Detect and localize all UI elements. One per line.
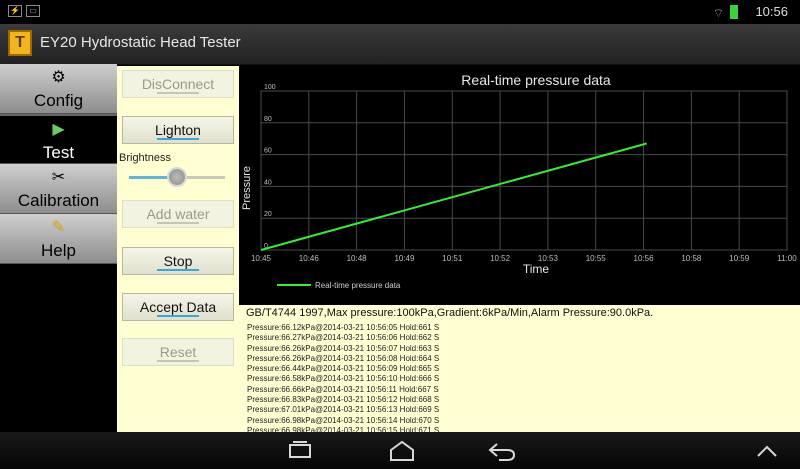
app-title: EY20 Hydrostatic Head Tester: [40, 34, 241, 51]
back-icon[interactable]: [487, 440, 517, 467]
nav-item-label: Config: [33, 91, 84, 110]
log-line: Pressure:66.26kPa@2014-03-21 10:56:07 Ho…: [247, 343, 440, 353]
reset-button[interactable]: Reset: [122, 338, 234, 366]
wifi-icon: ⌔: [712, 6, 724, 20]
pressure-chart-svg: Real-time pressure data Pressure Time Re…: [241, 72, 797, 290]
x-tick-label: 10:56: [634, 254, 655, 263]
x-tick-label: 10:58: [681, 254, 702, 263]
y-tick-label: 80: [264, 116, 272, 123]
brightness-slider-thumb[interactable]: [167, 167, 187, 187]
calibration-icon: ✂: [51, 169, 66, 186]
test-summary: GB/T4744 1997,Max pressure:100kPa,Gradie…: [246, 307, 654, 319]
log-line: Pressure:66.58kPa@2014-03-21 10:56:10 Ho…: [247, 374, 440, 384]
log-line: Pressure:66.26kPa@2014-03-21 10:56:08 Ho…: [247, 353, 440, 363]
nav-item-test[interactable]: ▶ Test: [0, 114, 117, 164]
x-tick-label: 10:46: [299, 254, 320, 263]
status-time: 10:56: [755, 4, 788, 19]
config-icon: ⚙: [51, 69, 66, 86]
system-navbar: [0, 432, 800, 469]
control-panel: DisConnect Lighton Brightness Add water …: [117, 66, 239, 432]
y-tick-label: 20: [264, 211, 272, 218]
x-tick-label: 10:53: [538, 254, 559, 263]
status-bar: ⚡ ▭ ⌔ 10:56: [0, 0, 800, 24]
x-tick-label: 10:59: [729, 254, 750, 263]
log-line: Pressure:66.12kPa@2014-03-21 10:56:05 Ho…: [247, 323, 440, 332]
accept-data-label: Accept Data: [139, 299, 217, 315]
chart-xlabel: Time: [523, 262, 550, 276]
x-tick-label: 10:55: [586, 254, 607, 263]
brightness-label: Brightness: [119, 152, 171, 164]
battery-icon: [730, 5, 738, 19]
brightness-slider[interactable]: [129, 167, 225, 187]
legend-label: Real-time pressure data: [315, 281, 401, 290]
log-line: Pressure:66.98kPa@2014-03-21 10:56:14 Ho…: [247, 415, 440, 425]
reset-label: Reset: [159, 344, 197, 360]
log-line: Pressure:66.66kPa@2014-03-21 10:56:11 Ho…: [247, 384, 439, 394]
help-icon: ✎: [51, 219, 66, 236]
x-tick-label: 11:00: [777, 254, 797, 263]
button-underline: [157, 222, 199, 224]
app-titlebar: T EY20 Hydrostatic Head Tester: [0, 24, 800, 65]
chevron-up-icon[interactable]: [756, 444, 778, 463]
nav-item-config[interactable]: ⚙ Config: [0, 64, 117, 114]
log-line: Pressure:66.44kPa@2014-03-21 10:56:09 Ho…: [247, 364, 440, 374]
button-underline: [157, 138, 199, 140]
stop-label: Stop: [163, 253, 193, 269]
accept-data-button[interactable]: Accept Data: [122, 293, 234, 321]
y-tick-label: 60: [264, 148, 272, 155]
notification-icon: ▭: [26, 5, 40, 17]
log-line: Pressure:66.27kPa@2014-03-21 10:56:06 Ho…: [247, 333, 440, 343]
usb-icon: ⚡: [8, 5, 22, 17]
x-tick-label: 10:52: [490, 254, 511, 263]
plot-area: [260, 90, 788, 251]
log-line: Pressure:66.83kPa@2014-03-21 10:56:12 Ho…: [247, 395, 440, 405]
x-tick-label: 10:51: [442, 254, 463, 263]
log-panel[interactable]: GB/T4744 1997,Max pressure:100kPa,Gradie…: [239, 305, 800, 432]
x-tick-label: 10:45: [251, 254, 272, 263]
home-icon[interactable]: [388, 440, 416, 467]
disconnect-button[interactable]: DisConnect: [122, 70, 234, 98]
lighton-label: Lighton: [155, 122, 201, 138]
disconnect-label: DisConnect: [141, 76, 215, 92]
x-tick-label: 10:48: [347, 254, 368, 263]
app-logo-icon: T: [8, 30, 32, 56]
add-water-button[interactable]: Add water: [122, 200, 234, 228]
chart-ylabel: Pressure: [241, 166, 253, 210]
chart-title: Real-time pressure data: [461, 72, 611, 88]
x-tick-label: 10:49: [394, 254, 415, 263]
nav-item-calibration[interactable]: ✂ Calibration: [0, 164, 117, 214]
test-icon: ▶: [52, 121, 65, 138]
y-tick-label: 40: [264, 179, 272, 186]
button-underline: [157, 360, 199, 362]
button-underline: [157, 269, 199, 271]
lighton-button[interactable]: Lighton: [122, 116, 234, 144]
pressure-chart: Real-time pressure data Pressure Time Re…: [239, 66, 800, 305]
stop-button[interactable]: Stop: [122, 247, 234, 275]
button-underline: [157, 315, 199, 317]
log-line: Pressure:67.01kPa@2014-03-21 10:56:13 Ho…: [247, 405, 440, 415]
nav-item-label: Calibration: [17, 191, 100, 210]
pressure-log: Pressure:66.12kPa@2014-03-21 10:56:05 Ho…: [247, 323, 439, 432]
nav-item-help[interactable]: ✎ Help: [0, 214, 117, 264]
series-line: [260, 142, 647, 251]
recent-apps-icon[interactable]: [286, 440, 314, 465]
nav-item-label: Help: [41, 241, 76, 260]
add-water-label: Add water: [146, 206, 210, 222]
y-tick-label: 100: [264, 84, 276, 91]
button-underline: [157, 92, 199, 94]
nav-item-label: Test: [42, 143, 75, 162]
sidebar-nav: ⚙ Config ▶ Test ✂ Calibration ✎ Help: [0, 64, 117, 264]
